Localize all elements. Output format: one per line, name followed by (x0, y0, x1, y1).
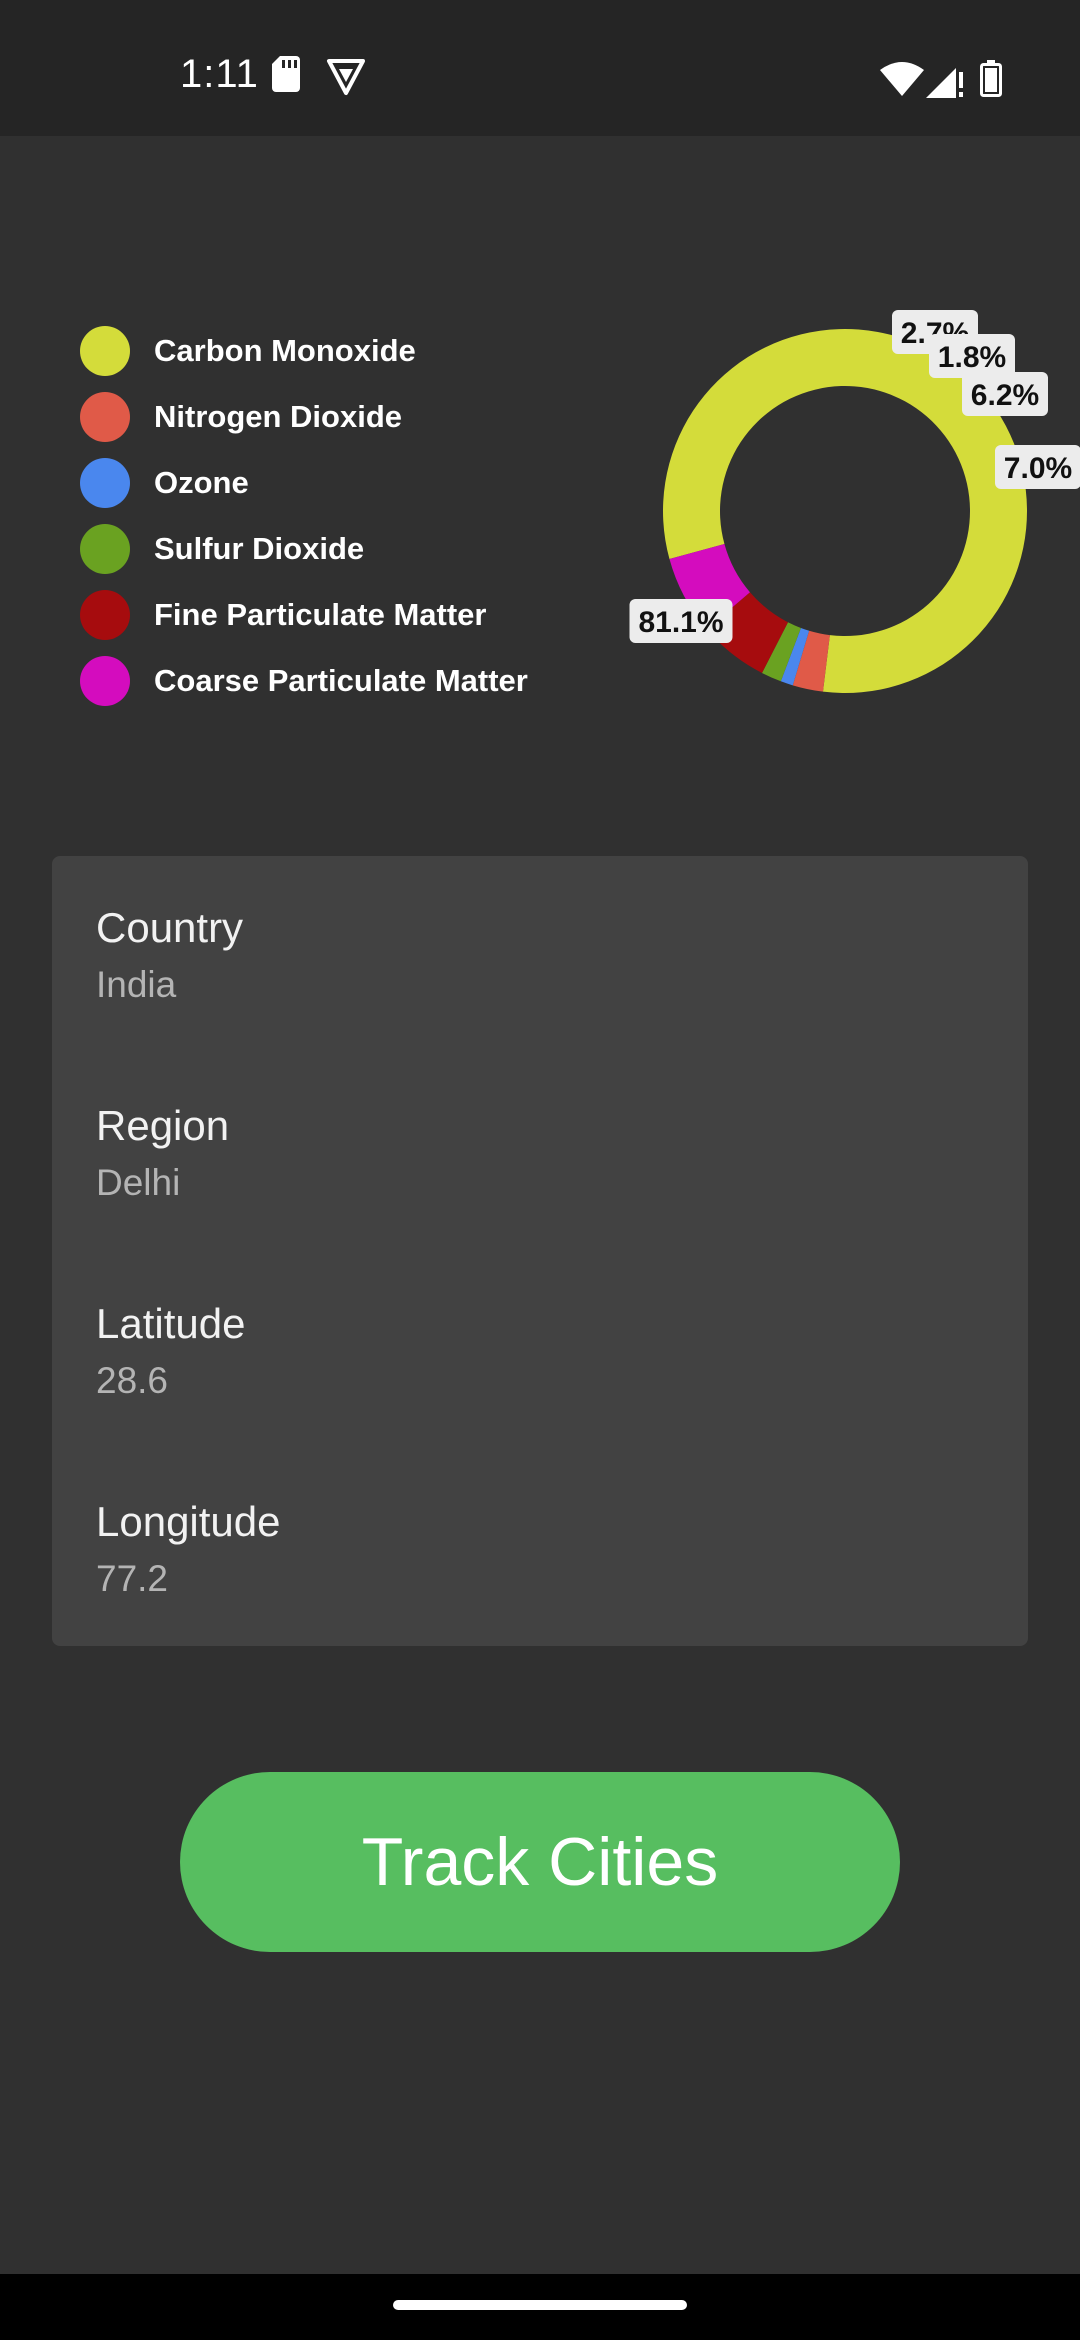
pollutant-donut-chart: 81.1%2.7%1.8%6.2%7.0% (629, 310, 1080, 693)
region-value: Delhi (96, 1162, 181, 1203)
data-label-text: 1.8% (938, 341, 1006, 374)
donut-data-label: 1.8% (929, 334, 1015, 378)
track-cities-button[interactable]: Track Cities (180, 1772, 900, 1952)
latitude-value: 28.6 (96, 1360, 169, 1401)
longitude-value: 77.2 (96, 1558, 169, 1599)
latitude-label: Latitude (96, 1300, 246, 1347)
longitude-row: Longitude 77.2 (96, 1496, 281, 1602)
home-indicator[interactable] (393, 2300, 687, 2310)
donut-data-label: 6.2% (962, 372, 1048, 416)
region-label: Region (96, 1102, 230, 1149)
donut-data-label: 7.0% (995, 445, 1080, 489)
data-label-text: 7.0% (1004, 452, 1072, 485)
region-row: Region Delhi (96, 1100, 229, 1206)
country-value: India (96, 964, 177, 1005)
country-label: Country (96, 904, 244, 951)
data-label-text: 6.2% (971, 379, 1039, 412)
latitude-row: Latitude 28.6 (96, 1298, 245, 1404)
data-label-text: 81.1% (638, 606, 723, 639)
donut-data-label: 81.1% (629, 599, 733, 643)
longitude-label: Longitude (96, 1498, 281, 1545)
navigation-bar (0, 2274, 1080, 2340)
location-info-card: Country India Region Delhi Latitude 28.6… (52, 856, 1028, 1646)
country-row: Country India (96, 902, 243, 1008)
